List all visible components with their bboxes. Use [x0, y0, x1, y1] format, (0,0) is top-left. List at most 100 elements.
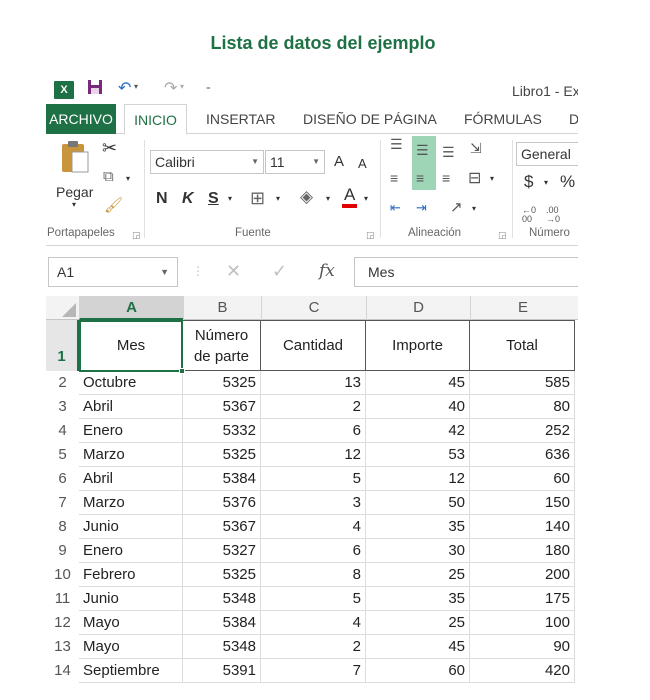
row-header-6[interactable]: 6 — [46, 467, 79, 491]
currency-button[interactable]: $ — [524, 172, 533, 192]
name-box[interactable]: A1 ▼ — [48, 257, 178, 287]
table-cell-total[interactable]: 180 — [470, 539, 575, 563]
table-cell-cantidad[interactable]: 3 — [261, 491, 366, 515]
header-cell-a[interactable]: Mes — [79, 320, 183, 371]
underline-dropdown-icon[interactable]: ▾ — [228, 194, 232, 203]
table-cell-importe[interactable]: 60 — [366, 659, 470, 683]
table-cell-parte[interactable]: 5325 — [183, 563, 261, 587]
table-cell-total[interactable]: 80 — [470, 395, 575, 419]
table-cell-total[interactable]: 636 — [470, 443, 575, 467]
font-color-icon[interactable]: A — [342, 186, 358, 208]
decrease-decimal-icon[interactable]: .00 →0 — [546, 206, 560, 224]
table-cell-total[interactable]: 60 — [470, 467, 575, 491]
paste-icon[interactable] — [60, 140, 90, 177]
column-header-b[interactable]: B — [183, 296, 261, 320]
row-header-10[interactable]: 10 — [46, 563, 79, 587]
row-header-11[interactable]: 11 — [46, 587, 79, 611]
table-cell-cantidad[interactable]: 6 — [261, 539, 366, 563]
align-top-icon[interactable]: ☰ — [390, 136, 403, 153]
row-header-8[interactable]: 8 — [46, 515, 79, 539]
table-cell-mes[interactable]: Abril — [79, 467, 183, 491]
grow-font-button[interactable]: A — [334, 153, 344, 170]
table-cell-parte[interactable]: 5391 — [183, 659, 261, 683]
redo-dropdown-icon[interactable]: ▾ — [180, 82, 184, 91]
tab-insertar[interactable]: INSERTAR — [206, 104, 276, 134]
table-cell-cantidad[interactable]: 2 — [261, 635, 366, 659]
table-cell-total[interactable]: 175 — [470, 587, 575, 611]
table-cell-cantidad[interactable]: 4 — [261, 611, 366, 635]
row-header-7[interactable]: 7 — [46, 491, 79, 515]
table-cell-mes[interactable]: Febrero — [79, 563, 183, 587]
table-cell-importe[interactable]: 40 — [366, 395, 470, 419]
header-cell-d[interactable]: Importe — [366, 320, 470, 371]
table-cell-cantidad[interactable]: 4 — [261, 515, 366, 539]
increase-indent-icon[interactable]: ⇥ — [416, 200, 427, 216]
paste-button[interactable]: Pegar — [56, 184, 93, 200]
table-cell-mes[interactable]: Junio — [79, 587, 183, 611]
select-all-button[interactable] — [46, 296, 79, 320]
italic-button[interactable]: K — [182, 190, 194, 208]
table-cell-mes[interactable]: Enero — [79, 419, 183, 443]
customize-qat-icon[interactable]: ₌ — [206, 82, 211, 93]
dialog-launcher-icon[interactable]: ◲ — [366, 230, 375, 241]
table-cell-total[interactable]: 140 — [470, 515, 575, 539]
header-cell-e[interactable]: Total — [470, 320, 575, 371]
column-header-d[interactable]: D — [366, 296, 470, 320]
table-cell-parte[interactable]: 5348 — [183, 587, 261, 611]
table-cell-mes[interactable]: Septiembre — [79, 659, 183, 683]
column-header-c[interactable]: C — [261, 296, 366, 320]
align-bottom-icon[interactable]: ☰ — [442, 144, 455, 161]
table-cell-mes[interactable]: Junio — [79, 515, 183, 539]
insert-function-button[interactable]: fx — [319, 261, 335, 281]
format-painter-icon[interactable]: 🖌 — [104, 196, 123, 214]
merge-dropdown-icon[interactable]: ▾ — [490, 174, 494, 183]
header-cell-c[interactable]: Cantidad — [261, 320, 366, 371]
table-cell-total[interactable]: 100 — [470, 611, 575, 635]
align-middle-icon[interactable]: ☰ — [416, 142, 429, 159]
table-cell-parte[interactable]: 5367 — [183, 515, 261, 539]
table-cell-cantidad[interactable]: 5 — [261, 587, 366, 611]
font-name-select[interactable]: Calibri ▼ — [150, 150, 264, 174]
row-header-14[interactable]: 14 — [46, 659, 79, 683]
fill-dropdown-icon[interactable]: ▾ — [326, 194, 330, 203]
table-cell-importe[interactable]: 25 — [366, 611, 470, 635]
underline-button[interactable]: S — [208, 190, 219, 208]
header-cell-b[interactable]: Número de parte — [183, 320, 261, 371]
row-header-12[interactable]: 12 — [46, 611, 79, 635]
table-cell-importe[interactable]: 45 — [366, 371, 470, 395]
table-cell-parte[interactable]: 5384 — [183, 467, 261, 491]
fill-color-icon[interactable]: ◈ — [300, 187, 313, 207]
table-cell-cantidad[interactable]: 13 — [261, 371, 366, 395]
table-cell-total[interactable]: 252 — [470, 419, 575, 443]
formula-input[interactable]: Mes — [354, 257, 578, 287]
table-cell-importe[interactable]: 35 — [366, 515, 470, 539]
bold-button[interactable]: N — [156, 190, 168, 208]
table-cell-parte[interactable]: 5325 — [183, 443, 261, 467]
table-cell-importe[interactable]: 53 — [366, 443, 470, 467]
table-cell-importe[interactable]: 30 — [366, 539, 470, 563]
table-cell-cantidad[interactable]: 5 — [261, 467, 366, 491]
table-cell-parte[interactable]: 5327 — [183, 539, 261, 563]
tab-diseno-de-pagina[interactable]: DISEÑO DE PÁGINA — [303, 104, 437, 134]
number-format-select[interactable]: General — [516, 142, 578, 166]
table-cell-importe[interactable]: 42 — [366, 419, 470, 443]
font-color-dropdown-icon[interactable]: ▾ — [364, 194, 368, 203]
table-cell-mes[interactable]: Marzo — [79, 443, 183, 467]
row-header-5[interactable]: 5 — [46, 443, 79, 467]
wrap-text-icon[interactable]: ⇲ — [470, 140, 482, 157]
table-cell-mes[interactable]: Mayo — [79, 611, 183, 635]
table-cell-importe[interactable]: 25 — [366, 563, 470, 587]
currency-dropdown-icon[interactable]: ▾ — [544, 178, 548, 187]
increase-decimal-icon[interactable]: ←0 00 — [522, 206, 536, 224]
dialog-launcher-icon[interactable]: ◲ — [132, 230, 141, 241]
table-cell-total[interactable]: 585 — [470, 371, 575, 395]
redo-icon[interactable]: ↷ — [164, 78, 177, 98]
table-cell-parte[interactable]: 5348 — [183, 635, 261, 659]
orientation-icon[interactable]: ↗ — [450, 198, 463, 216]
paste-dropdown-icon[interactable]: ▾ — [72, 200, 76, 209]
table-cell-importe[interactable]: 45 — [366, 635, 470, 659]
undo-icon[interactable]: ↶ — [118, 78, 131, 98]
table-cell-parte[interactable]: 5376 — [183, 491, 261, 515]
table-cell-parte[interactable]: 5332 — [183, 419, 261, 443]
table-cell-cantidad[interactable]: 8 — [261, 563, 366, 587]
